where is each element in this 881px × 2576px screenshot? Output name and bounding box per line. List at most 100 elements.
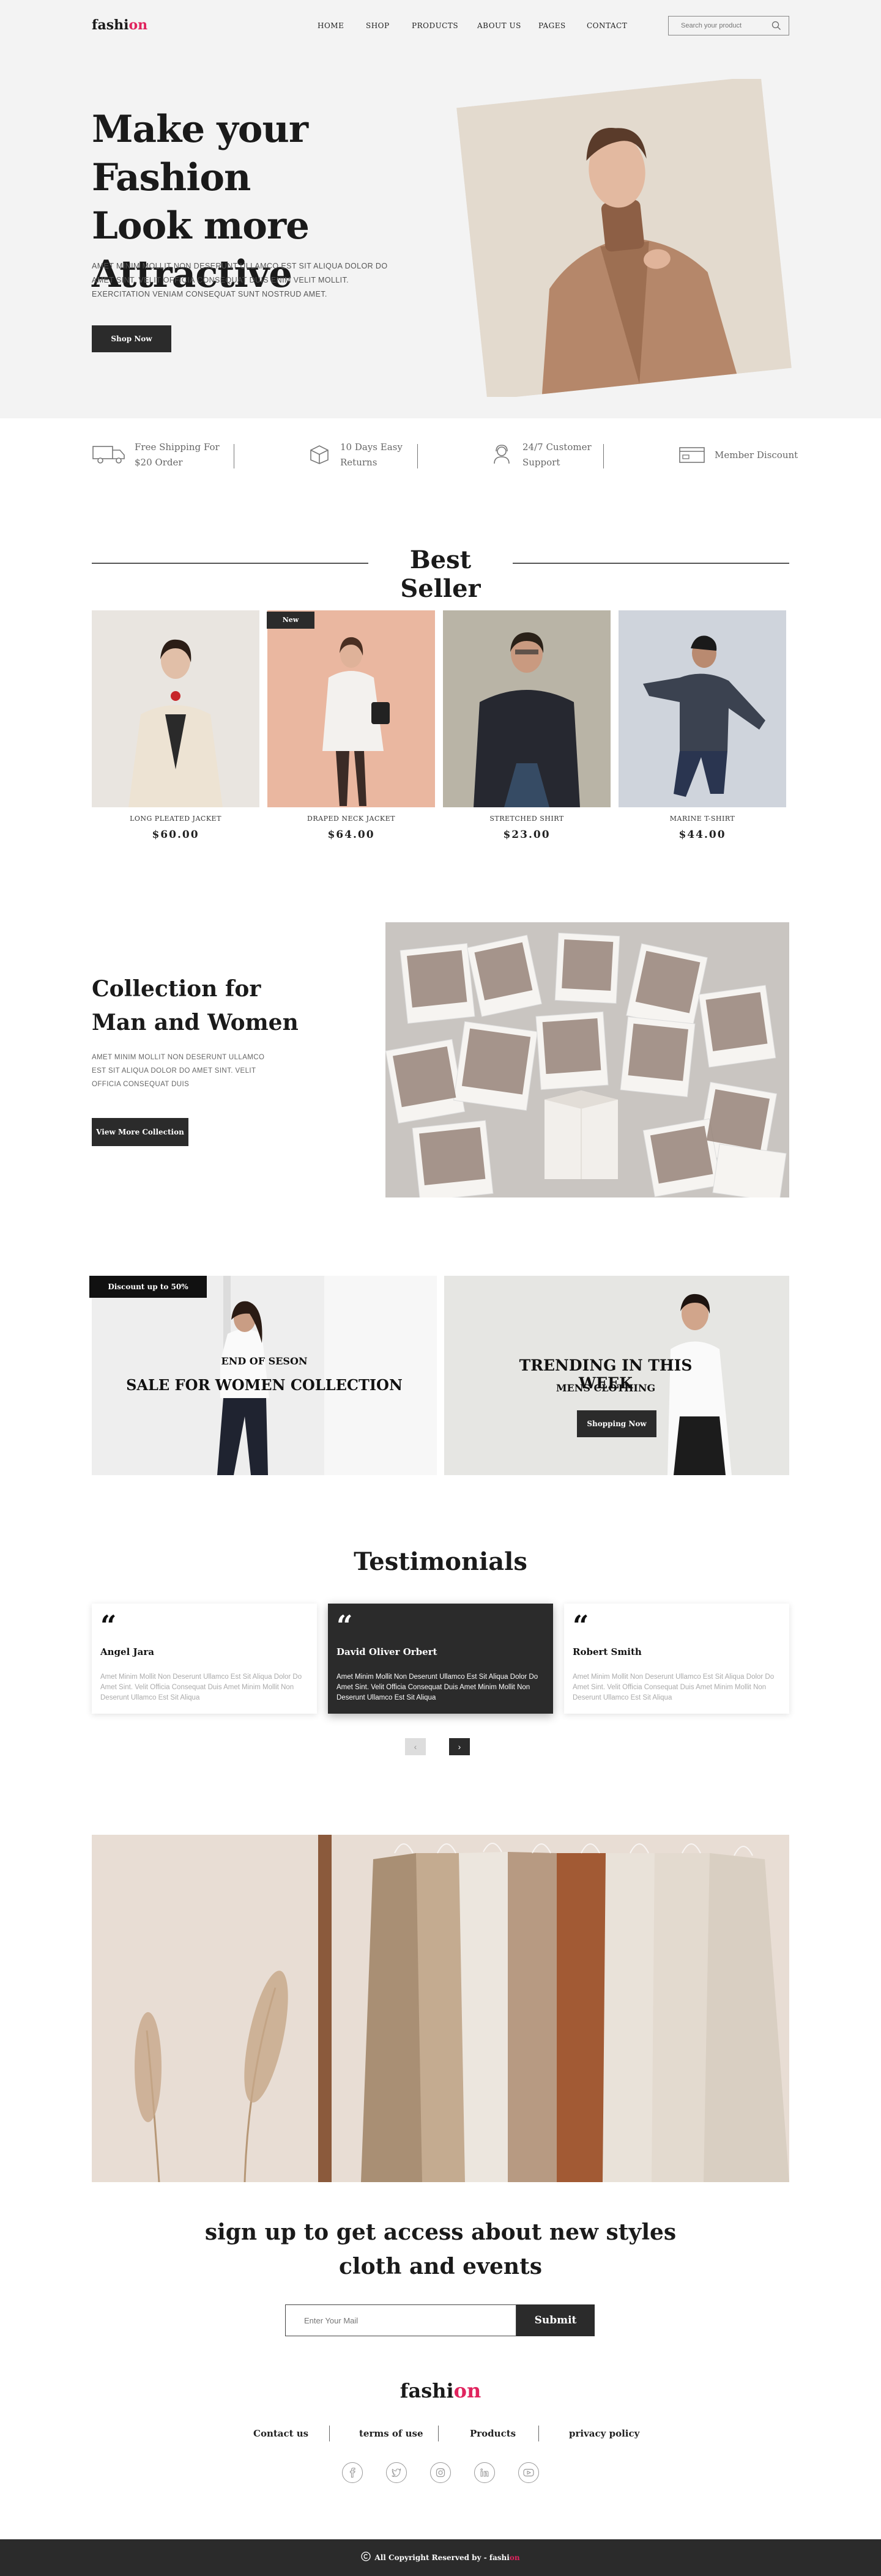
youtube-icon[interactable] <box>518 2462 539 2483</box>
testimonial-card: “ Robert Smith Amet Minim Mollit Non Des… <box>564 1604 789 1714</box>
product-price: $64.00 <box>327 829 375 841</box>
product-name[interactable]: DRAPED NECK JACKET <box>267 815 435 823</box>
feature-easy-returns: 10 Days Easy Returns <box>307 440 403 470</box>
search-input[interactable] <box>669 17 760 35</box>
product-name[interactable]: STRETCHED SHIRT <box>443 815 611 823</box>
footer-link-terms[interactable]: terms of use <box>359 2428 423 2439</box>
feature-line: Member Discount <box>715 449 798 461</box>
nav-products[interactable]: PRODUCTS <box>412 21 458 30</box>
hero-section: Make your Fashion Look more Attractive A… <box>0 51 881 418</box>
testimonial-name: David Oliver Orbert <box>336 1646 437 1657</box>
footer-link-contact[interactable]: Contact us <box>253 2428 308 2439</box>
nav-shop[interactable]: SHOP <box>366 21 390 30</box>
testimonial-card: “ Angel Jara Amet Minim Mollit Non Deser… <box>92 1604 317 1714</box>
feature-line: Returns <box>340 457 377 468</box>
box-icon <box>307 443 332 468</box>
signup-title-line: sign up to get access about new styles <box>204 2219 677 2245</box>
hero-description: AMET MINIM MOLLIT NON DESERUNT ULLAMCO E… <box>92 262 388 298</box>
logo-accent-text: on <box>453 2379 481 2402</box>
feature-text: 24/7 Customer Support <box>522 440 592 470</box>
feature-line: Free Shipping For <box>135 442 220 453</box>
footer-logo[interactable]: fashion <box>0 2379 881 2402</box>
product-price: $60.00 <box>152 829 199 841</box>
product-card[interactable]: STRETCHED SHIRT $23.00 <box>443 610 611 841</box>
product-image[interactable] <box>619 610 786 807</box>
nav-about-us[interactable]: ABOUT US <box>477 21 521 30</box>
search-box <box>668 16 789 35</box>
product-card[interactable]: LONG PLEATED JACKET $60.00 <box>92 610 259 841</box>
banner-title: SALE FOR WOMEN COLLECTION <box>126 1376 403 1394</box>
search-icon[interactable] <box>771 21 781 34</box>
product-image[interactable] <box>92 610 259 807</box>
view-more-collection-button[interactable]: View More Collection <box>92 1118 188 1146</box>
submit-button[interactable]: Submit <box>516 2304 595 2336</box>
next-testimonial-button[interactable]: › <box>449 1738 470 1755</box>
footer-link-privacy[interactable]: privacy policy <box>569 2428 639 2439</box>
product-name[interactable]: LONG PLEATED JACKET <box>92 815 259 823</box>
feature-text: Member Discount <box>715 448 798 463</box>
divider <box>538 2426 539 2441</box>
nav-pages[interactable]: PAGES <box>538 21 566 30</box>
feature-line: $20 Order <box>135 457 183 468</box>
copyright-label: All Copyright Reserved by - <box>374 2553 489 2562</box>
product-price: $23.00 <box>503 829 551 841</box>
quote-icon: “ <box>100 1609 117 1642</box>
copyright-text: All Copyright Reserved by - fashion <box>374 2553 519 2562</box>
logo-text: fashi <box>400 2379 454 2402</box>
prev-testimonial-button[interactable]: ‹ <box>405 1738 426 1755</box>
product-card[interactable]: MARINE T-SHIRT $44.00 <box>619 610 786 841</box>
shop-now-button[interactable]: Shop Now <box>92 325 171 352</box>
quote-icon: “ <box>573 1609 589 1642</box>
twitter-icon[interactable] <box>386 2462 407 2483</box>
best-seller-title: Best Seller <box>400 546 481 603</box>
copyright-icon <box>361 2551 371 2564</box>
testimonial-card-active: “ David Oliver Orbert Amet Minim Mollit … <box>328 1604 553 1714</box>
feature-text: Free Shipping For $20 Order <box>135 440 220 470</box>
email-field[interactable] <box>285 2304 516 2336</box>
top-nav: fashion HOME SHOP PRODUCTS ABOUT US PAGE… <box>0 0 881 51</box>
footer-link-products[interactable]: Products <box>470 2428 516 2439</box>
feature-line: Support <box>522 457 560 468</box>
logo-text: fashi <box>92 17 129 33</box>
product-image[interactable] <box>443 610 611 807</box>
instagram-icon[interactable] <box>430 2462 451 2483</box>
collection-description: AMET MINIM MOLLIT NON DESERUNT ULLAMCO E… <box>92 1054 265 1088</box>
hero-model-image <box>456 79 792 397</box>
nav-home[interactable]: HOME <box>318 21 344 30</box>
divider <box>513 563 789 564</box>
facebook-icon[interactable] <box>342 2462 363 2483</box>
clothing-rack-image <box>92 1835 789 2182</box>
testimonial-text: Amet Minim Mollit Non Deserunt Ullamco E… <box>336 1673 538 1701</box>
shopping-now-button[interactable]: Shopping Now <box>577 1410 656 1437</box>
product-card[interactable]: DRAPED NECK JACKET $64.00 <box>267 610 435 841</box>
testimonial-text: Amet Minim Mollit Non Deserunt Ullamco E… <box>573 1673 775 1701</box>
feature-text: 10 Days Easy Returns <box>340 440 403 470</box>
product-image[interactable] <box>267 610 435 807</box>
product-name[interactable]: MARINE T-SHIRT <box>619 815 786 823</box>
collection-title-line: Collection for <box>92 976 261 1002</box>
copyright-brand-accent: on <box>509 2553 520 2562</box>
banner-subtitle: END OF SESON <box>221 1355 308 1367</box>
nav-contact[interactable]: CONTACT <box>587 21 627 30</box>
divider <box>329 2426 330 2441</box>
testimonial-text: Amet Minim Mollit Non Deserunt Ullamco E… <box>100 1673 302 1701</box>
banner-subtitle: MENS CLOTHING <box>556 1382 656 1394</box>
collection-image <box>385 922 789 1197</box>
quote-icon: “ <box>336 1609 353 1642</box>
divider <box>92 563 368 564</box>
feature-support: 24/7 Customer Support <box>489 440 592 470</box>
testimonials-title: Testimonials <box>354 1547 527 1576</box>
brand-logo[interactable]: fashion <box>92 17 147 33</box>
testimonial-name: Robert Smith <box>573 1646 642 1657</box>
linkedin-icon[interactable] <box>474 2462 495 2483</box>
new-badge: New <box>267 612 314 629</box>
feature-line: 10 Days Easy <box>340 442 403 453</box>
signup-title: sign up to get access about new styles c… <box>184 2215 697 2284</box>
divider <box>417 444 418 468</box>
collection-title: Collection for Man and Women <box>92 972 312 1040</box>
support-icon <box>489 443 514 468</box>
collection-title-line: Man and Women <box>92 1010 299 1035</box>
women-sale-banner-image[interactable] <box>92 1276 437 1475</box>
card-icon <box>678 443 706 468</box>
divider <box>603 444 604 468</box>
